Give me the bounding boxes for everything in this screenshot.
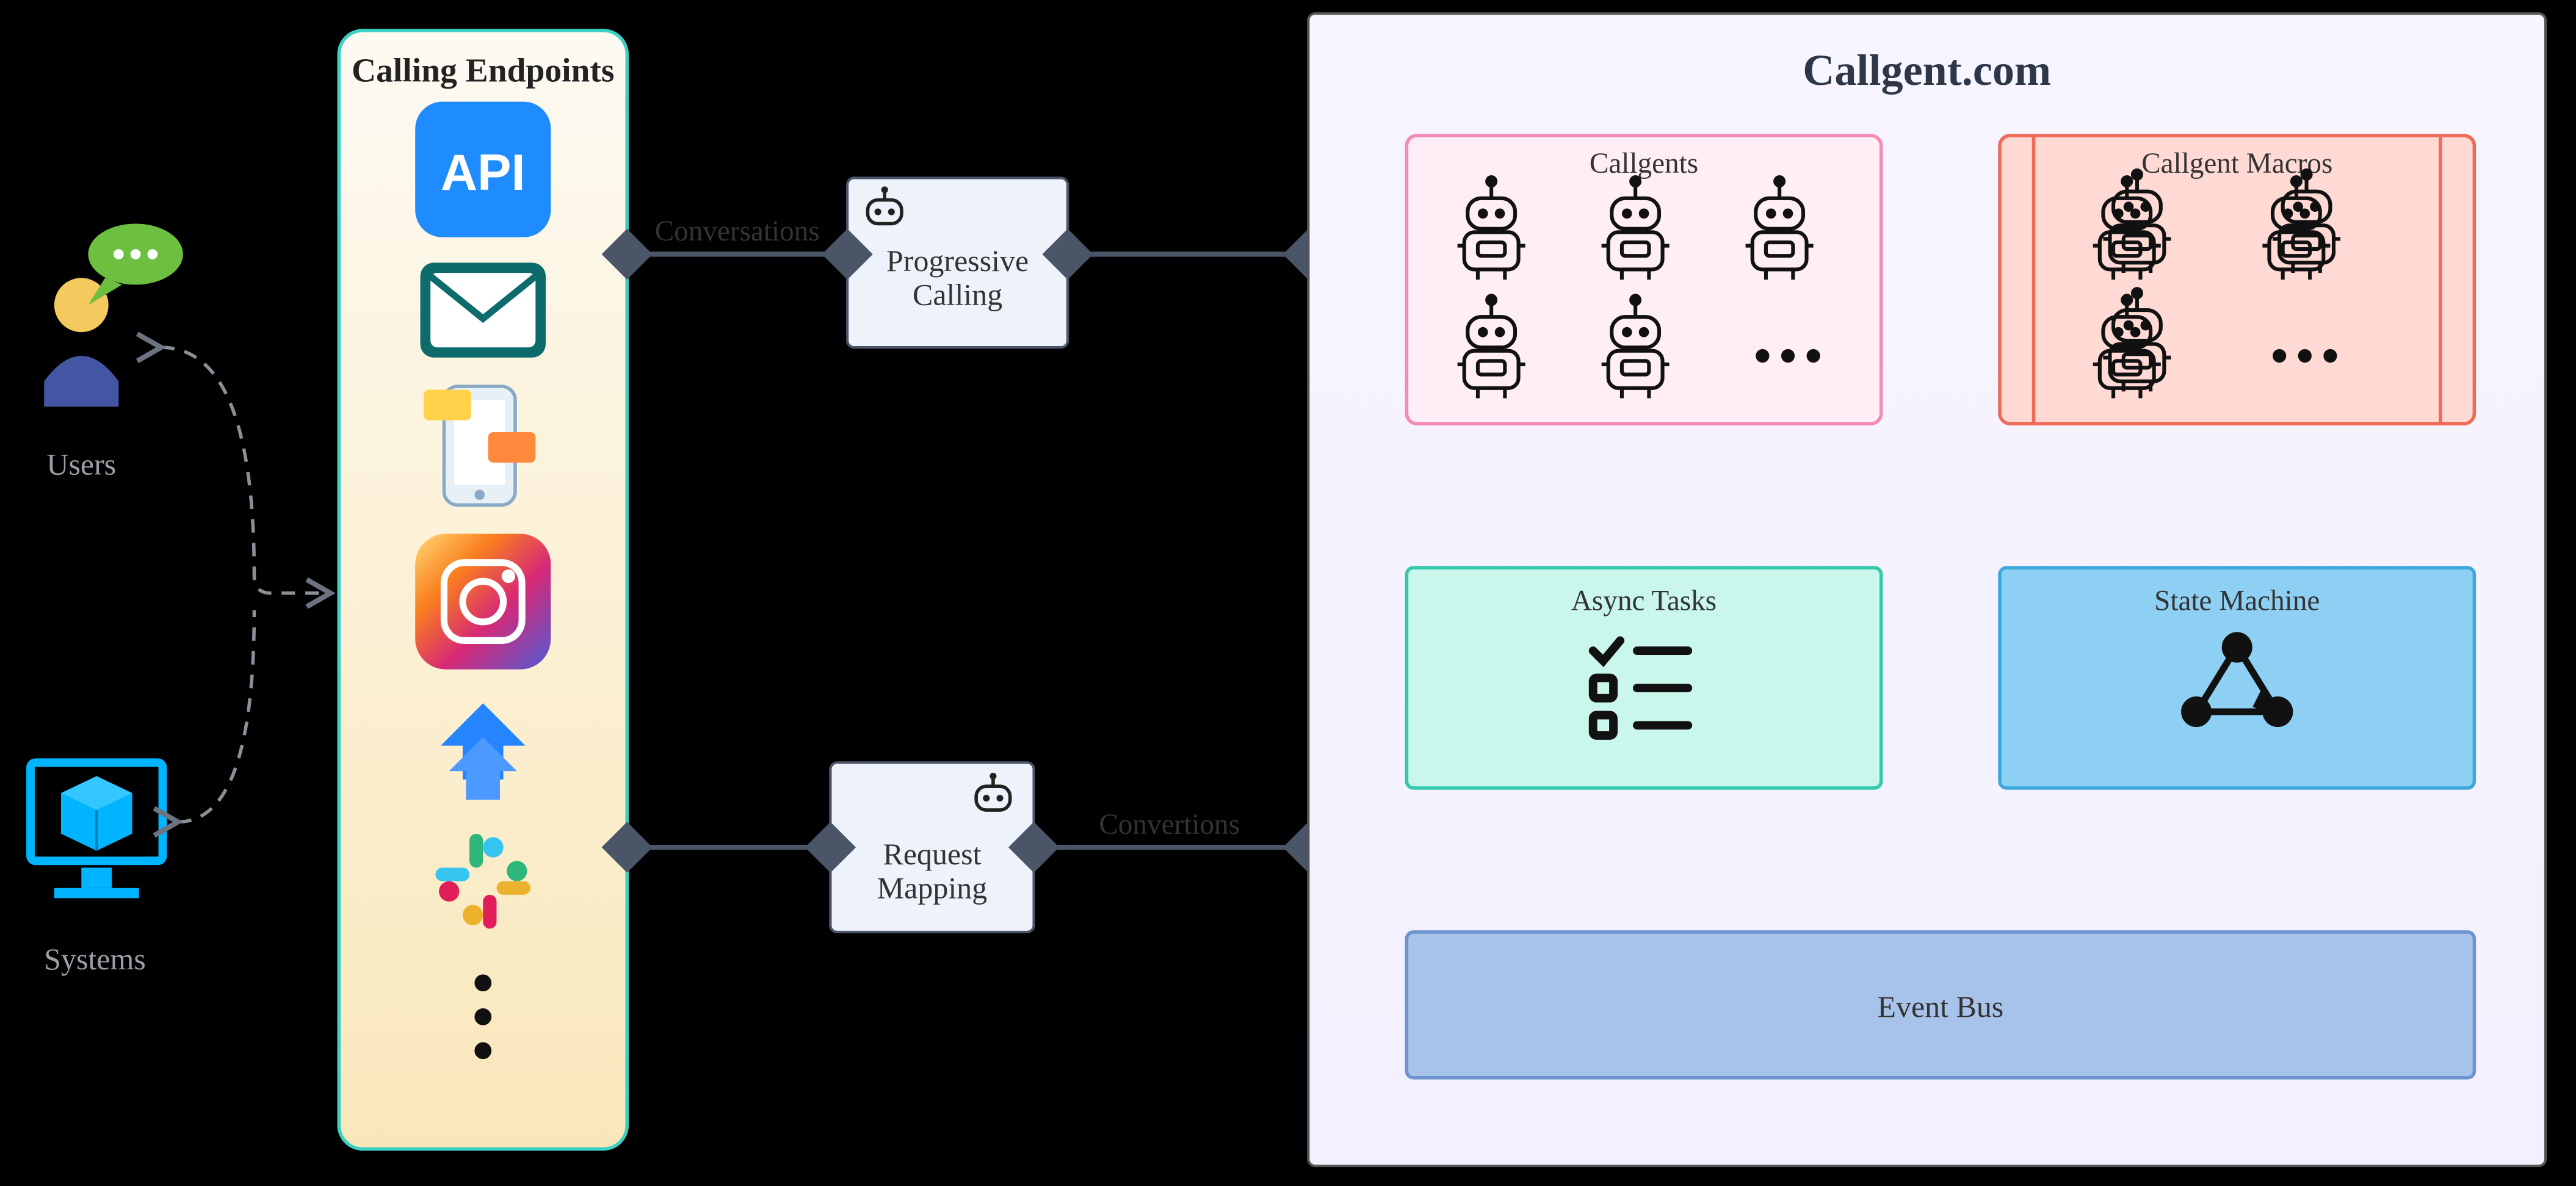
convertions-label: Convertions (1099, 809, 1240, 841)
progressive-calling-box: ProgressiveCalling (847, 178, 1068, 348)
platform-panel: Callgent.com Callgents Callgent Macros (1308, 13, 2545, 1166)
api-icon: API (415, 102, 551, 237)
svg-text:RequestMapping: RequestMapping (877, 837, 987, 905)
calling-endpoints-title: Calling Endpoints (352, 52, 614, 89)
users-actor: Users (44, 223, 183, 481)
users-label: Users (46, 447, 116, 481)
instagram-icon (415, 534, 551, 670)
platform-title: Callgent.com (1803, 46, 2051, 95)
actor-endpoint-links (161, 347, 331, 822)
request-mapping-box: RequestMapping (830, 762, 1033, 932)
async-tasks-box: Async Tasks (1406, 568, 1881, 788)
conversations-label: Conversations (655, 215, 820, 247)
async-tasks-label: Async Tasks (1571, 585, 1717, 617)
event-bus-box: Event Bus (1406, 932, 2474, 1078)
calling-endpoints-panel: Calling Endpoints API (339, 31, 627, 1149)
callgents-label: Callgents (1590, 148, 1698, 179)
callgents-box: Callgents (1406, 136, 1881, 424)
systems-actor: Systems (31, 762, 163, 976)
event-bus-label: Event Bus (1877, 989, 2003, 1024)
state-machine-box: State Machine (2000, 568, 2474, 788)
state-machine-label: State Machine (2154, 585, 2320, 617)
callgent-macros-box: Callgent Macros (2000, 136, 2474, 424)
svg-text:API: API (441, 144, 526, 201)
architecture-diagram: Users Systems Calling Endpoints API (0, 0, 2576, 1186)
more-icon (474, 974, 491, 1059)
email-icon (421, 262, 546, 357)
systems-label: Systems (44, 942, 146, 976)
